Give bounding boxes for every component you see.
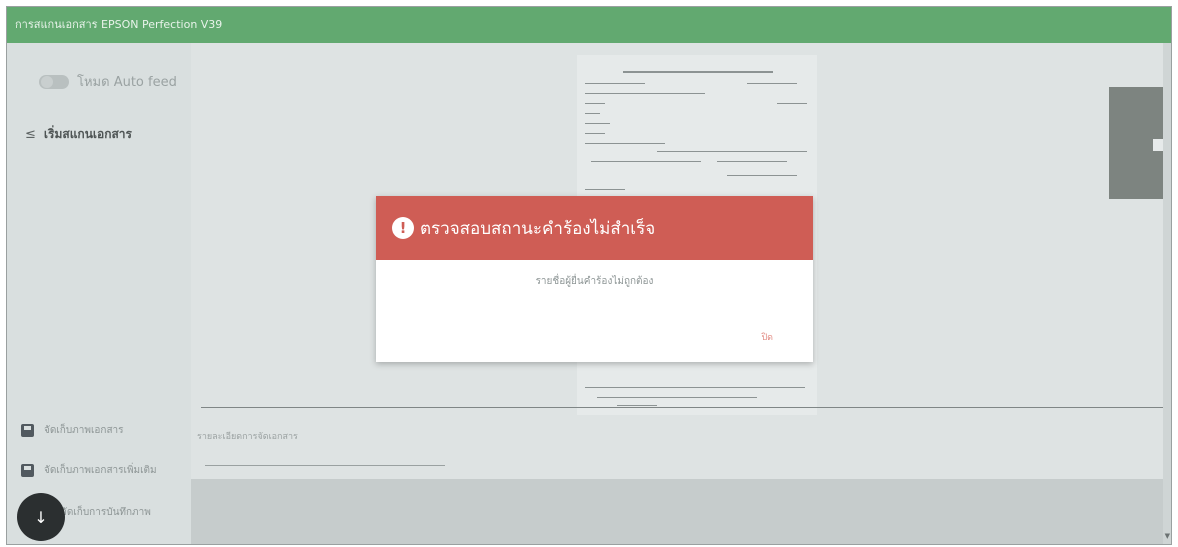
error-dialog: ! ตรวจสอบสถานะคำร้องไม่สำเร็จ รายชื่อผู้… — [376, 196, 813, 362]
save-record-label: จัดเก็บการบันทึกภาพ — [61, 507, 151, 518]
bottom-panel — [191, 479, 1171, 544]
doc-line — [727, 175, 797, 176]
auto-feed-label: โหมด Auto feed — [77, 75, 177, 90]
divider — [201, 407, 1166, 408]
doc-line — [585, 143, 665, 144]
doc-line — [585, 133, 605, 134]
doc-line — [585, 113, 600, 114]
doc-line — [585, 93, 705, 94]
doc-line — [717, 161, 787, 162]
thumbnail-marker — [1153, 139, 1163, 151]
error-dialog-message: รายชื่อผู้ยื่นคำร้องไม่ถูกต้อง — [535, 276, 654, 287]
doc-line — [777, 103, 807, 104]
save-icon — [21, 424, 34, 437]
doc-line — [747, 83, 797, 84]
save-additional-label: จัดเก็บภาพเอกสารเพิ่มเติม — [44, 465, 157, 476]
document-name-label: รายละเอียดการจัดเอกสาร — [197, 432, 298, 442]
save-document-label: จัดเก็บภาพเอกสาร — [44, 425, 124, 436]
error-dialog-header: ! ตรวจสอบสถานะคำร้องไม่สำเร็จ — [376, 196, 813, 260]
start-scan-button[interactable]: ≤ เริ่มสแกนเอกสาร — [25, 125, 132, 144]
doc-line — [585, 387, 805, 388]
doc-line — [657, 151, 807, 152]
document-name-field[interactable] — [205, 465, 445, 466]
page-thumbnail[interactable] — [1109, 87, 1171, 199]
exclamation-icon: ! — [392, 217, 414, 239]
doc-line — [623, 71, 773, 73]
save-document-button[interactable]: จัดเก็บภาพเอกสาร — [21, 423, 124, 438]
doc-line — [585, 189, 625, 190]
doc-line — [597, 397, 757, 398]
download-fab-button[interactable]: ↓ — [17, 493, 65, 541]
close-button[interactable]: ปิด — [761, 330, 773, 344]
scroll-down-icon[interactable]: ▼ — [1165, 532, 1170, 540]
save-record-button[interactable]: จัดเก็บการบันทึกภาพ — [61, 505, 151, 520]
doc-line — [591, 161, 701, 162]
save-icon — [21, 464, 34, 477]
doc-line — [585, 103, 605, 104]
error-dialog-title: ตรวจสอบสถานะคำร้องไม่สำเร็จ — [420, 218, 656, 239]
auto-feed-toggle[interactable] — [39, 74, 69, 89]
sidebar: โหมด Auto feed ≤ เริ่มสแกนเอกสาร จัดเก็บ… — [7, 43, 191, 544]
vertical-scrollbar[interactable]: ▼ — [1163, 43, 1171, 544]
scan-icon: ≤ — [25, 127, 36, 142]
start-scan-label: เริ่มสแกนเอกสาร — [43, 127, 132, 141]
window-title: การสแกนเอกสาร EPSON Perfection V39 — [7, 7, 1171, 43]
download-icon: ↓ — [34, 507, 48, 527]
doc-line — [617, 405, 657, 406]
save-additional-button[interactable]: จัดเก็บภาพเอกสารเพิ่มเติม — [21, 463, 157, 478]
doc-line — [585, 123, 610, 124]
auto-feed-toggle-row[interactable]: โหมด Auto feed — [39, 71, 177, 92]
doc-line — [585, 83, 645, 84]
